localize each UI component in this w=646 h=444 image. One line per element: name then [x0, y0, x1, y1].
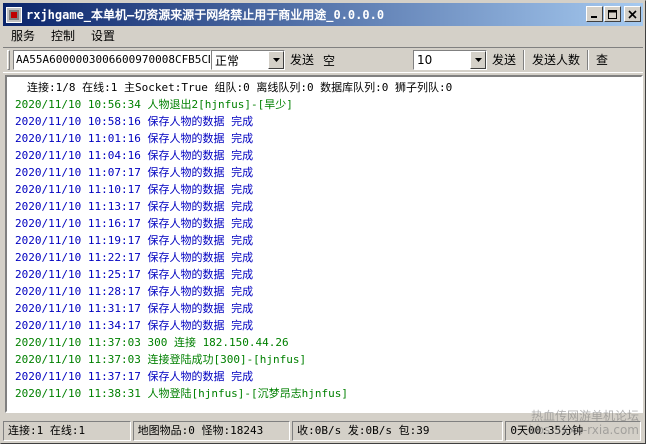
close-button[interactable]	[624, 6, 641, 22]
log-entry: 2020/11/10 11:38:31 人物登陆[hjnfus]-[沉梦昂志hj…	[15, 387, 349, 400]
minimize-icon	[591, 15, 597, 18]
toolbar-grip[interactable]	[7, 50, 10, 70]
minimize-button[interactable]	[586, 6, 603, 22]
log-entry: 2020/11/10 11:37:03 连接登陆成功[300]-[hjnfus]	[15, 353, 307, 366]
app-icon[interactable]	[6, 6, 22, 23]
chevron-down-icon[interactable]	[470, 51, 487, 69]
menu-settings[interactable]: 设置	[83, 27, 123, 46]
send-people-button[interactable]: 发送人数	[527, 49, 585, 71]
close-icon	[628, 9, 637, 19]
watermark-line1: 热血传网游单机论坛	[530, 409, 639, 423]
log-entry: 2020/11/10 11:16:17 保存人物的数据 完成	[15, 217, 254, 230]
toolbar: AA55A6000003006600970008CFB5CDB3 正常 发送 空…	[3, 47, 643, 73]
status-connections: 连接:1 在线:1	[3, 421, 131, 441]
log-entry: 2020/11/10 11:37:17 保存人物的数据 完成	[15, 370, 254, 383]
log-entry: 2020/11/10 11:04:16 保存人物的数据 完成	[15, 149, 254, 162]
packet-hex-input[interactable]: AA55A6000003006600970008CFB5CDB3	[13, 50, 211, 70]
log-entry: 2020/11/10 11:34:17 保存人物的数据 完成	[15, 319, 254, 332]
check-button[interactable]: 查	[591, 49, 613, 71]
window-title: rxjhgame_本单机—切资源来源于网络禁止用于商业用途_0.0.0.0	[26, 8, 385, 22]
maximize-icon	[608, 9, 617, 19]
status-map-info: 地图物品:0 怪物:18243	[132, 421, 291, 441]
log-entry: 2020/11/10 11:22:17 保存人物的数据 完成	[15, 251, 254, 264]
chevron-down-icon[interactable]	[268, 51, 284, 69]
log-entry: 2020/11/10 11:01:16 保存人物的数据 完成	[15, 132, 254, 145]
log-entry: 2020/11/10 11:07:17 保存人物的数据 完成	[15, 166, 254, 179]
toolbar-separator	[587, 50, 590, 70]
empty-label: 空	[323, 53, 336, 68]
log-panel[interactable]: 连接:1/8 在线:1 主Socket:True 组队:0 离线队列:0 数据库…	[5, 75, 643, 413]
menu-control[interactable]: 控制	[43, 27, 83, 46]
send-count-button[interactable]: 发送	[487, 49, 521, 71]
count-select[interactable]: 10	[413, 50, 488, 70]
maximize-button[interactable]	[604, 6, 621, 22]
count-select-value: 10	[417, 53, 433, 67]
toolbar-separator	[523, 50, 526, 70]
watermark-line2: bbs.3xxx-rxia.com	[528, 423, 639, 437]
mode-select[interactable]: 正常	[211, 50, 285, 70]
log-entry: 2020/11/10 11:13:17 保存人物的数据 完成	[15, 200, 254, 213]
log-entry: 2020/11/10 11:10:17 保存人物的数据 完成	[15, 183, 254, 196]
main-window: rxjhgame_本单机—切资源来源于网络禁止用于商业用途_0.0.0.0 服务…	[0, 0, 646, 444]
log-entry: 2020/11/10 10:56:34 人物退出2[hjnfus]-[旱少]	[15, 98, 293, 111]
log-entry: 2020/11/10 11:19:17 保存人物的数据 完成	[15, 234, 254, 247]
server-status-line: 连接:1/8 在线:1 主Socket:True 组队:0 离线队列:0 数据库…	[27, 81, 453, 94]
log-entry: 2020/11/10 10:58:16 保存人物的数据 完成	[15, 115, 254, 128]
send-button[interactable]: 发送	[285, 49, 319, 71]
menu-bar: 服务 控制 设置	[3, 27, 643, 46]
watermark: 热血传网游单机论坛 bbs.3xxx-rxia.com	[529, 409, 639, 437]
log-entry: 2020/11/10 11:31:17 保存人物的数据 完成	[15, 302, 254, 315]
log-entry: 2020/11/10 11:28:17 保存人物的数据 完成	[15, 285, 254, 298]
status-traffic: 收:0B/s 发:0B/s 包:39	[292, 421, 504, 441]
log-entry: 2020/11/10 11:37:03 300 连接 182.150.44.26	[15, 336, 289, 349]
mode-select-value: 正常	[215, 53, 240, 68]
title-bar[interactable]: rxjhgame_本单机—切资源来源于网络禁止用于商业用途_0.0.0.0	[3, 3, 643, 26]
log-entry: 2020/11/10 11:25:17 保存人物的数据 完成	[15, 268, 254, 281]
menu-service[interactable]: 服务	[3, 27, 43, 46]
